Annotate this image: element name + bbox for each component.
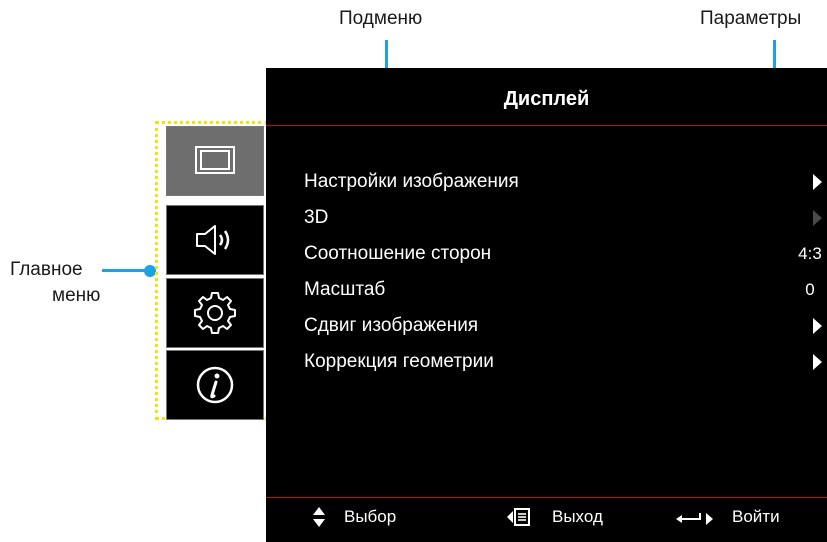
menu-item-value: 4:3 xyxy=(798,244,822,263)
menu-item-label: 3D xyxy=(304,207,329,228)
footer-select: Выбор xyxy=(312,505,432,529)
submenu-arrow-icon xyxy=(813,318,822,334)
menu-item-label: Масштаб xyxy=(304,279,386,300)
info-icon xyxy=(196,366,234,404)
footer-select-label: Выбор xyxy=(344,507,397,526)
menu-item-aspect-ratio[interactable]: Соотношение сторон 4:3 xyxy=(304,236,827,272)
osd-title: Дисплей xyxy=(503,88,590,110)
options-callout-label: Параметры xyxy=(700,8,802,29)
display-icon xyxy=(195,146,235,174)
sidebar-item-settings[interactable] xyxy=(166,278,264,348)
main-menu-callout-line2: меню xyxy=(52,285,101,306)
menu-item-label: Сдвиг изображения xyxy=(304,315,479,336)
main-menu-callout-line xyxy=(102,269,148,272)
menu-item-image-shift[interactable]: Сдвиг изображения xyxy=(304,308,827,344)
submenu-arrow-icon xyxy=(813,354,822,370)
menu-item-value: 0 xyxy=(805,280,815,299)
submenu-arrow-icon xyxy=(813,210,822,226)
enter-icon xyxy=(676,513,713,525)
speaker-icon xyxy=(196,225,230,255)
footer-enter-label: Войти xyxy=(732,507,780,526)
title-divider xyxy=(266,125,827,126)
footer-divider xyxy=(266,497,827,498)
footer-exit: Выход xyxy=(506,505,626,529)
sidebar-item-info[interactable] xyxy=(166,350,264,420)
menu-item-label: Соотношение сторон xyxy=(304,243,492,264)
sidebar-item-audio[interactable] xyxy=(166,205,264,275)
footer-exit-label: Выход xyxy=(552,507,603,526)
menu-item-image-settings[interactable]: Настройки изображения xyxy=(304,164,827,200)
main-menu-callout-line1: Главное xyxy=(10,259,83,280)
submenu-arrow-icon xyxy=(813,174,822,190)
submenu-callout-label: Подменю xyxy=(339,8,423,29)
menu-item-zoom[interactable]: Масштаб 0 xyxy=(304,272,827,308)
menu-back-icon xyxy=(507,508,530,526)
menu-item-geometry-correction[interactable]: Коррекция геометрии xyxy=(304,344,827,380)
menu-item-3d[interactable]: 3D xyxy=(304,200,827,236)
menu-item-label: Коррекция геометрии xyxy=(304,351,494,372)
osd-panel: Дисплей Настройки изображения 3D Соотнош… xyxy=(266,68,827,542)
footer-enter: Войти xyxy=(674,505,814,529)
menu-item-label: Настройки изображения xyxy=(304,171,519,192)
gear-icon xyxy=(194,292,236,334)
sidebar-item-display[interactable] xyxy=(166,126,264,196)
up-down-arrows-icon xyxy=(313,507,325,527)
